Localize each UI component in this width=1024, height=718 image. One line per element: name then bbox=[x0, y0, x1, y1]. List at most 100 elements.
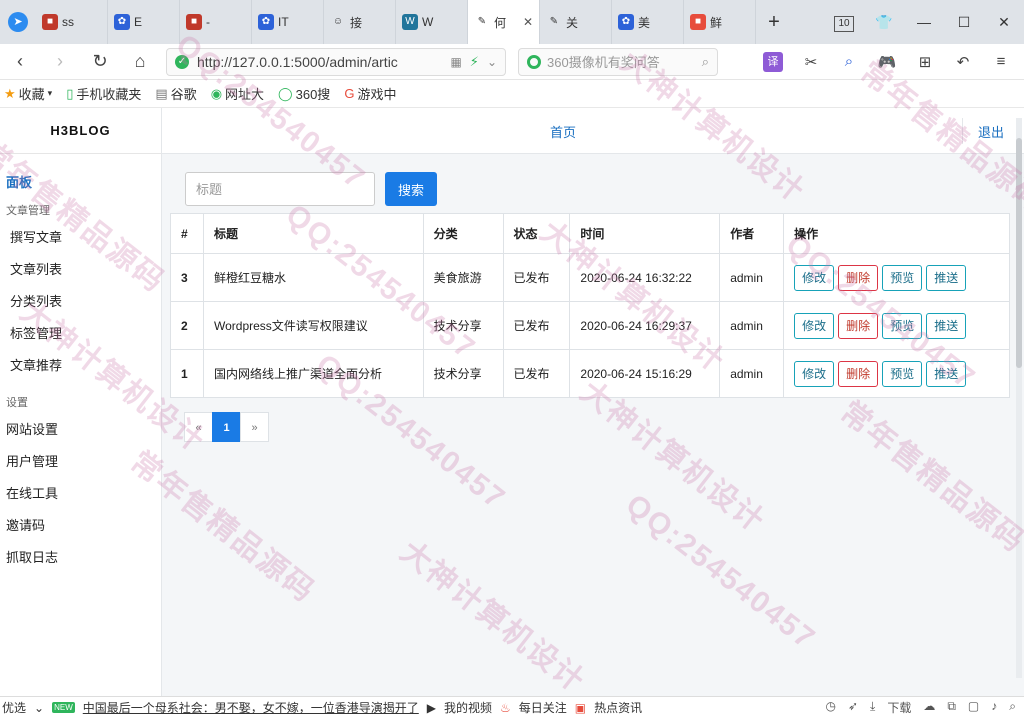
close-window-icon[interactable]: ✕ bbox=[984, 14, 1024, 31]
tab-2[interactable]: ■ - bbox=[180, 0, 252, 44]
logout-link[interactable]: 退出 bbox=[978, 122, 1004, 141]
bookmark-item[interactable]: ▤ 谷歌 bbox=[155, 84, 196, 103]
bookmark-item[interactable]: G 游戏中 bbox=[344, 84, 396, 103]
bookmark-item[interactable]: ★ 收藏 ▾ bbox=[4, 84, 52, 103]
sidebar-item[interactable]: 撰写文章 bbox=[0, 222, 161, 254]
tab-count-button[interactable]: 10 bbox=[824, 13, 864, 32]
sidebar-item[interactable]: 网站设置 bbox=[0, 414, 161, 446]
magnifier-icon[interactable]: ⌕ bbox=[702, 54, 709, 70]
delete-button[interactable]: 删除 bbox=[838, 312, 879, 339]
push-button[interactable]: 推送 bbox=[926, 360, 967, 387]
download-icon[interactable]: ⤓ bbox=[870, 699, 875, 716]
status-item-0[interactable]: 我的视频 bbox=[444, 699, 492, 716]
address-bar[interactable]: ✓ http://127.0.0.1:5000/admin/artic ▦ ⚡ … bbox=[166, 47, 506, 76]
tab-9[interactable]: ■ 鲜 bbox=[684, 0, 756, 44]
close-tab-icon[interactable]: ✕ bbox=[523, 15, 533, 29]
tab-title: E bbox=[134, 15, 143, 29]
preview-button[interactable]: 预览 bbox=[882, 264, 923, 291]
preview-button[interactable]: 预览 bbox=[882, 360, 923, 387]
volume-icon[interactable]: ♪ bbox=[991, 699, 997, 716]
tab-6[interactable]: ✎ 何 ✕ bbox=[468, 0, 540, 44]
chevron-down-icon[interactable]: ▾ bbox=[48, 88, 53, 99]
speed-mode-icon[interactable]: ⚡ bbox=[470, 54, 479, 70]
tab-3[interactable]: ✿ IT bbox=[252, 0, 324, 44]
sidebar-item[interactable]: 分类列表 bbox=[0, 286, 161, 318]
bookmark-item[interactable]: ▯ 手机收藏夹 bbox=[66, 84, 141, 103]
minimize-icon[interactable]: — bbox=[904, 14, 944, 30]
new-tab-button[interactable]: + bbox=[756, 0, 792, 44]
cell-title[interactable]: 鲜橙红豆糖水 bbox=[202, 253, 424, 302]
cell-title[interactable]: Wordpress文件读写权限建议 bbox=[202, 301, 424, 350]
tab-7[interactable]: ✎ 关 bbox=[540, 0, 612, 44]
navigation-icon[interactable]: ➤ bbox=[0, 0, 36, 44]
page-icon: ▤ bbox=[155, 85, 168, 101]
push-button[interactable]: 推送 bbox=[926, 312, 967, 339]
menu-icon[interactable]: ≡ bbox=[984, 53, 1018, 70]
next-page-button[interactable]: » bbox=[240, 412, 269, 442]
tab-5[interactable]: WW bbox=[396, 0, 468, 44]
cell-title[interactable]: 国内网络线上推广渠道全面分析 bbox=[202, 349, 424, 398]
edit-button[interactable]: 修改 bbox=[794, 312, 835, 339]
split-icon[interactable]: ⧉ bbox=[947, 699, 956, 716]
search-extension-icon[interactable]: ⌕ bbox=[832, 53, 866, 70]
column-header: # bbox=[170, 213, 204, 254]
qr-icon[interactable]: ▦ bbox=[450, 55, 461, 69]
home-icon[interactable]: ⌂ bbox=[120, 51, 160, 72]
window-icon[interactable]: ▢ bbox=[968, 699, 979, 716]
push-button[interactable]: 推送 bbox=[926, 264, 967, 291]
gamepad-icon[interactable]: 🎮 bbox=[870, 53, 904, 71]
prev-page-button[interactable]: « bbox=[184, 412, 213, 442]
page-1-button[interactable]: 1 bbox=[212, 412, 241, 442]
tab-0[interactable]: ■ ss bbox=[36, 0, 108, 44]
edit-button[interactable]: 修改 bbox=[794, 360, 835, 387]
rocket-icon[interactable]: ➶ bbox=[848, 699, 858, 716]
sidebar-item-dashboard[interactable]: 面板 bbox=[0, 154, 161, 200]
bookmark-item[interactable]: ◉ 网址大 bbox=[211, 84, 264, 103]
chevron-down-icon[interactable]: ⌄ bbox=[487, 55, 497, 69]
download-label[interactable]: 下载 bbox=[887, 699, 911, 716]
search-box[interactable]: 360摄像机有奖问答 ⌕ bbox=[518, 47, 718, 76]
search-placeholder[interactable]: 360摄像机有奖问答 bbox=[547, 52, 696, 71]
sidebar-item[interactable]: 文章推荐 bbox=[0, 350, 161, 382]
scrollbar-thumb[interactable] bbox=[1016, 138, 1022, 368]
delete-button[interactable]: 删除 bbox=[838, 360, 879, 387]
brand-logo[interactable]: H3BLOG bbox=[0, 108, 161, 154]
forward-icon[interactable]: › bbox=[40, 51, 80, 72]
page-scrollbar[interactable] bbox=[1016, 118, 1022, 678]
home-link[interactable]: 首页 bbox=[550, 122, 576, 141]
speed-icon[interactable]: ◷ bbox=[825, 699, 835, 716]
column-header: 分类 bbox=[422, 213, 504, 254]
search-button[interactable]: 搜索 bbox=[385, 172, 437, 206]
url-text[interactable]: http://127.0.0.1:5000/admin/artic bbox=[197, 54, 442, 70]
sidebar-item[interactable]: 邀请码 bbox=[0, 510, 161, 542]
scissors-icon[interactable]: ✂ bbox=[794, 53, 828, 71]
tab-1[interactable]: ✿ E bbox=[108, 0, 180, 44]
tab-8[interactable]: ✿ 美 bbox=[612, 0, 684, 44]
title-search-input[interactable] bbox=[185, 172, 375, 206]
edit-button[interactable]: 修改 bbox=[794, 264, 835, 291]
status-item-2[interactable]: 热点资讯 bbox=[594, 699, 642, 716]
reload-icon[interactable]: ↻ bbox=[80, 51, 120, 72]
grid-icon[interactable]: ⊞ bbox=[908, 53, 942, 71]
news-ticker-link[interactable]: 中国最后一个母系社会：男不娶，女不嫁，一位香港导演揭开了 bbox=[83, 699, 419, 716]
status-left[interactable]: 优选 bbox=[2, 699, 26, 716]
delete-button[interactable]: 删除 bbox=[838, 264, 879, 291]
cloud-icon[interactable]: ☁ bbox=[923, 699, 935, 716]
sidebar-item[interactable]: 文章列表 bbox=[0, 254, 161, 286]
zoom-icon[interactable]: ⌕ bbox=[1009, 699, 1016, 716]
back-icon[interactable]: ‹ bbox=[0, 51, 40, 72]
tab-4[interactable]: ☺ 接 bbox=[324, 0, 396, 44]
translate-button[interactable]: 译 bbox=[756, 51, 790, 72]
skin-icon[interactable]: 👕 bbox=[864, 14, 904, 31]
sidebar-item[interactable]: 在线工具 bbox=[0, 478, 161, 510]
preview-button[interactable]: 预览 bbox=[882, 312, 923, 339]
bookmark-item[interactable]: ◯ 360搜 bbox=[278, 84, 330, 103]
baidu-paw-icon: ✿ bbox=[258, 14, 274, 30]
sidebar-item[interactable]: 用户管理 bbox=[0, 446, 161, 478]
chevron-down-icon[interactable]: ⌄ bbox=[34, 701, 44, 715]
sidebar-item[interactable]: 抓取日志 bbox=[0, 542, 161, 574]
undo-icon[interactable]: ↶ bbox=[946, 53, 980, 71]
status-item-1[interactable]: 每日关注 bbox=[519, 699, 567, 716]
sidebar-item[interactable]: 标签管理 bbox=[0, 318, 161, 350]
maximize-icon[interactable]: ☐ bbox=[944, 14, 984, 31]
